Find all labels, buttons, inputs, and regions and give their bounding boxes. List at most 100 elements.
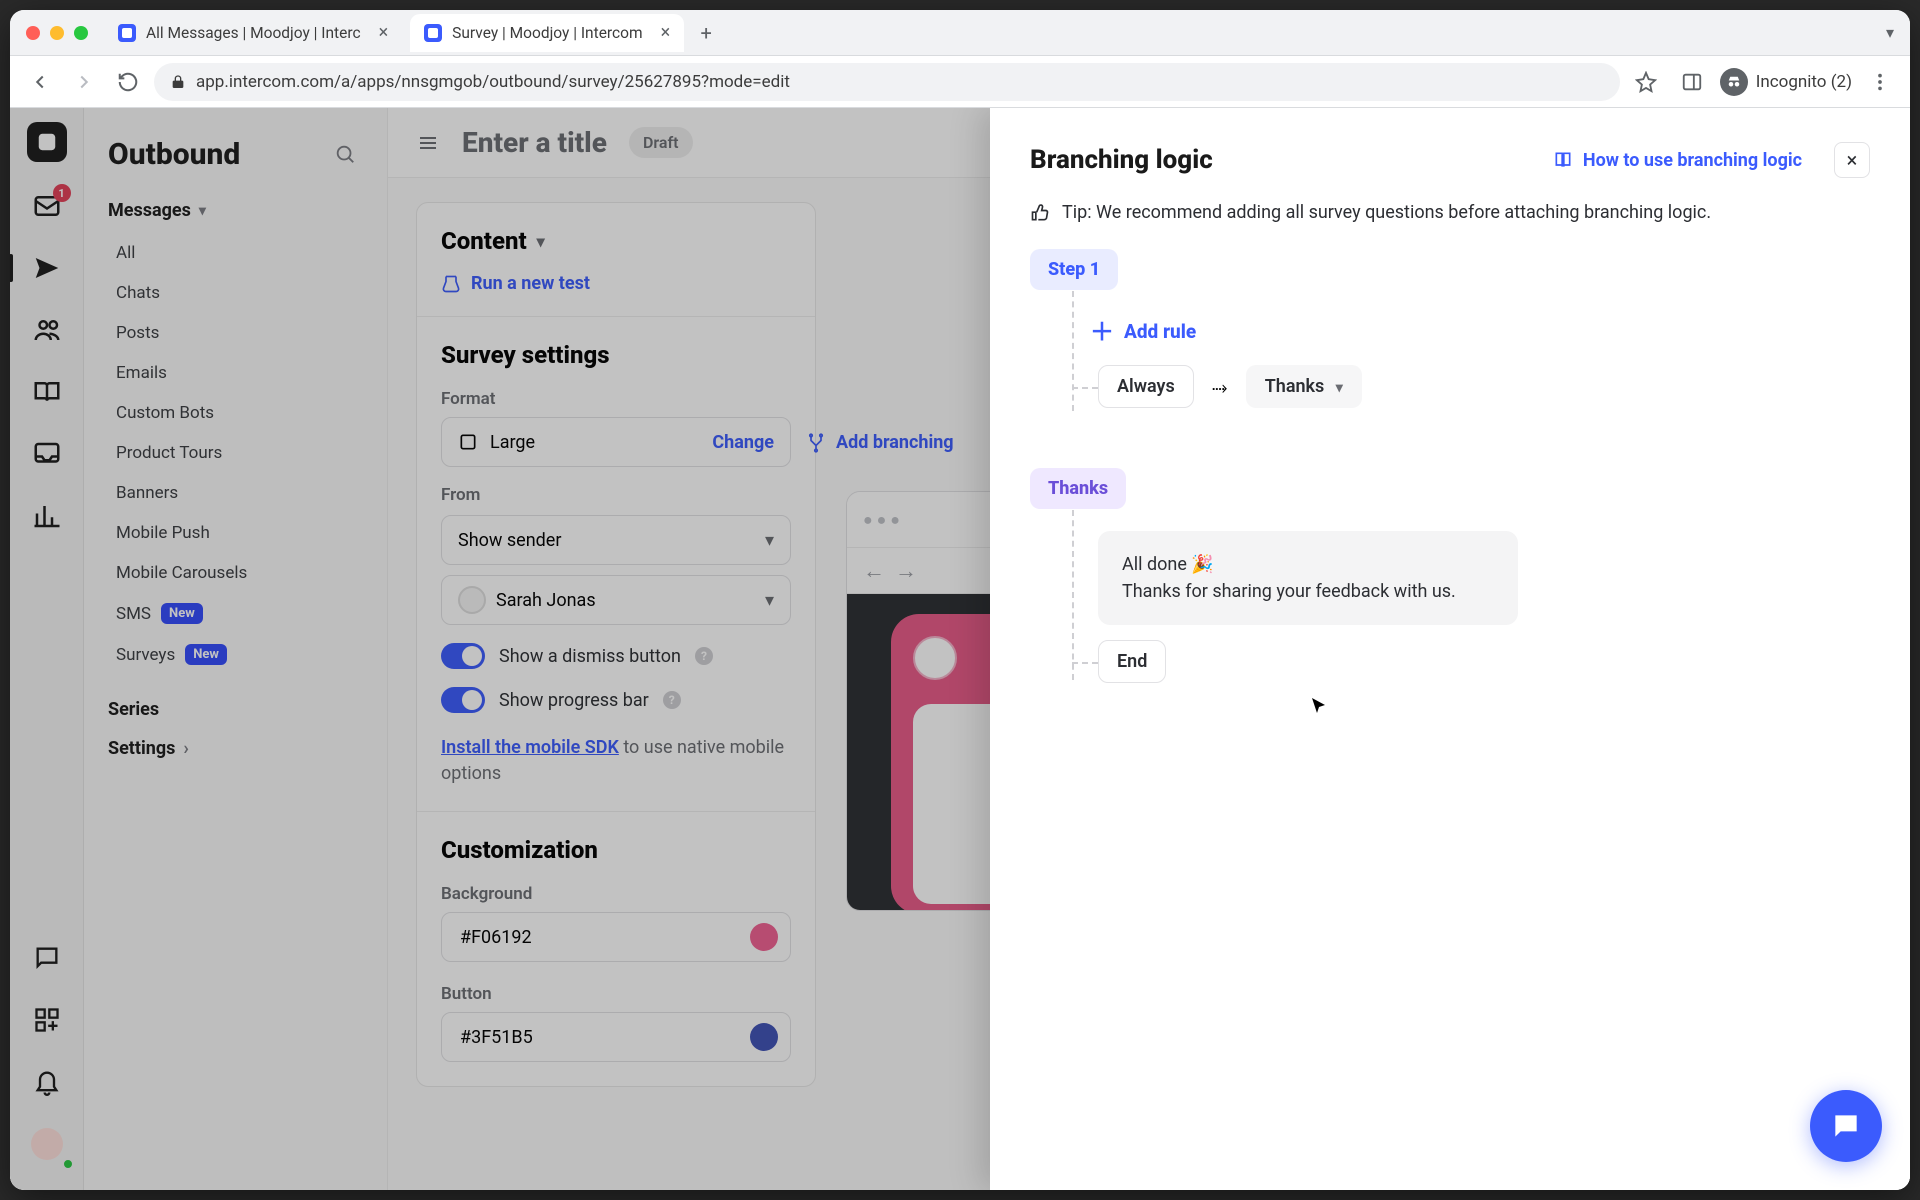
sidebar-item-mobile-push[interactable]: Mobile Push bbox=[108, 513, 363, 553]
tab-favicon-icon bbox=[118, 24, 136, 42]
progress-toggle-row: Show progress bar ? bbox=[441, 687, 791, 713]
arrow-right-icon: ⤑ bbox=[1212, 375, 1228, 399]
sdk-hint: Install the mobile SDK to use native mob… bbox=[441, 735, 791, 787]
sidebar-item-surveys[interactable]: Surveys New bbox=[108, 634, 363, 675]
page-title-input[interactable]: Enter a title bbox=[462, 126, 607, 159]
always-chip: Always bbox=[1098, 365, 1194, 408]
sidebar-item-mobile-carousels[interactable]: Mobile Carousels bbox=[108, 553, 363, 593]
browser-tab-active[interactable]: Survey | Moodjoy | Intercom × bbox=[410, 14, 684, 52]
chevron-right-icon: › bbox=[183, 738, 188, 759]
info-icon[interactable]: ? bbox=[663, 691, 681, 709]
sidebar-item-label: Posts bbox=[116, 323, 159, 343]
sidebar-item-custom-bots[interactable]: Custom Bots bbox=[108, 393, 363, 433]
profile-nav-icon[interactable] bbox=[29, 1126, 65, 1162]
change-format-button[interactable]: Change bbox=[712, 432, 774, 453]
sidebar-item-settings[interactable]: Settings › bbox=[108, 738, 363, 759]
sidebar-item-banners[interactable]: Banners bbox=[108, 473, 363, 513]
background-color-swatch-icon bbox=[750, 923, 778, 951]
tip-text: Tip: We recommend adding all survey ques… bbox=[1062, 202, 1711, 223]
step-badge-thanks[interactable]: Thanks bbox=[1030, 468, 1126, 509]
browser-menu-button[interactable] bbox=[1862, 64, 1898, 100]
nav-reload-button[interactable] bbox=[110, 64, 146, 100]
end-chip: End bbox=[1098, 640, 1166, 683]
sidebar-search-button[interactable] bbox=[327, 136, 363, 172]
add-rule-label: Add rule bbox=[1124, 320, 1196, 343]
button-color-field[interactable]: #3F51B5 bbox=[441, 1012, 791, 1062]
window-minimize-icon[interactable] bbox=[50, 26, 64, 40]
bookmark-button[interactable] bbox=[1628, 64, 1664, 100]
app-logo[interactable] bbox=[27, 122, 67, 162]
messenger-fab[interactable] bbox=[1810, 1090, 1882, 1162]
tab-close-icon[interactable]: × bbox=[661, 22, 671, 43]
apps-nav-icon[interactable] bbox=[29, 1002, 65, 1038]
dismiss-toggle-row: Show a dismiss button ? bbox=[441, 643, 791, 669]
from-person-value: Sarah Jonas bbox=[496, 590, 596, 611]
messenger-icon bbox=[1830, 1110, 1862, 1142]
from-person-select[interactable]: Sarah Jonas ▾ bbox=[441, 575, 791, 625]
sidebar-item-series[interactable]: Series bbox=[108, 699, 363, 720]
format-label: Format bbox=[441, 389, 791, 409]
run-test-button[interactable]: Run a new test bbox=[417, 263, 815, 316]
thanks-message-preview: All done 🎉 Thanks for sharing your feedb… bbox=[1098, 531, 1518, 625]
notifications-nav-icon[interactable] bbox=[29, 1064, 65, 1100]
sidebar-item-label: Series bbox=[108, 699, 159, 720]
nav-forward-button[interactable] bbox=[66, 64, 102, 100]
lock-icon bbox=[170, 74, 186, 90]
sender-avatar-icon bbox=[458, 586, 486, 614]
sidebar-item-sms[interactable]: SMS New bbox=[108, 593, 363, 634]
inbox-nav-icon[interactable]: 1 bbox=[29, 188, 65, 224]
target-step-select[interactable]: Thanks bbox=[1246, 365, 1362, 408]
howto-link[interactable]: How to use branching logic bbox=[1553, 150, 1802, 171]
progress-toggle[interactable] bbox=[441, 687, 485, 713]
survey-settings-section: Survey settings Format Large Change From… bbox=[417, 316, 815, 811]
sidebar-item-label: Chats bbox=[116, 283, 160, 303]
button-color-value: #3F51B5 bbox=[460, 1027, 533, 1048]
show-sender-select[interactable]: Show sender ▾ bbox=[441, 515, 791, 565]
close-panel-button[interactable]: × bbox=[1834, 142, 1870, 178]
tab-close-icon[interactable]: × bbox=[379, 22, 389, 43]
sidebar-group-messages[interactable]: Messages ▾ bbox=[108, 200, 363, 221]
add-branching-label: Add branching bbox=[836, 432, 954, 453]
messenger-nav-icon[interactable] bbox=[29, 940, 65, 976]
add-rule-button[interactable]: ＋ Add rule bbox=[1090, 320, 1870, 343]
dots-icon: ● ● ● bbox=[863, 510, 900, 530]
outbound-nav-icon[interactable] bbox=[29, 250, 65, 286]
new-tab-button[interactable]: + bbox=[692, 19, 720, 47]
window-close-icon[interactable] bbox=[26, 26, 40, 40]
window-controls[interactable] bbox=[20, 26, 96, 40]
reports-nav-icon[interactable] bbox=[29, 498, 65, 534]
browser-tab[interactable]: All Messages | Moodjoy | Interc × bbox=[104, 14, 402, 52]
show-sender-value: Show sender bbox=[458, 530, 561, 551]
install-sdk-link[interactable]: Install the mobile SDK bbox=[441, 737, 619, 758]
sidebar-item-all[interactable]: All bbox=[108, 233, 363, 273]
url-input[interactable]: app.intercom.com/a/apps/nnsgmgob/outboun… bbox=[154, 63, 1620, 101]
inbox2-nav-icon[interactable] bbox=[29, 436, 65, 472]
window-zoom-icon[interactable] bbox=[74, 26, 88, 40]
sidebar-item-chats[interactable]: Chats bbox=[108, 273, 363, 313]
nav-back-button[interactable] bbox=[22, 64, 58, 100]
tab-list-button[interactable]: ▾ bbox=[1886, 23, 1900, 42]
step-badge-1[interactable]: Step 1 bbox=[1030, 249, 1118, 290]
preview-fwd-icon: → bbox=[895, 558, 917, 584]
contacts-nav-icon[interactable] bbox=[29, 312, 65, 348]
sidebar-item-label: Mobile Push bbox=[116, 523, 210, 543]
cursor-icon bbox=[1310, 696, 1330, 716]
sidebar-item-emails[interactable]: Emails bbox=[108, 353, 363, 393]
draft-status-badge: Draft bbox=[629, 127, 693, 158]
tab-title: Survey | Moodjoy | Intercom bbox=[452, 24, 642, 42]
collapse-sidebar-button[interactable] bbox=[416, 131, 440, 155]
background-color-value: #F06192 bbox=[460, 927, 532, 948]
flow-step-1: Step 1 ＋ Add rule Always ⤑ Thanks bbox=[1030, 249, 1870, 408]
background-color-field[interactable]: #F06192 bbox=[441, 912, 791, 962]
thanks-line-2: Thanks for sharing your feedback with us… bbox=[1122, 578, 1494, 605]
info-icon[interactable]: ? bbox=[695, 647, 713, 665]
side-panel-button[interactable] bbox=[1674, 64, 1710, 100]
articles-nav-icon[interactable] bbox=[29, 374, 65, 410]
sidebar-item-product-tours[interactable]: Product Tours bbox=[108, 433, 363, 473]
sidebar-item-posts[interactable]: Posts bbox=[108, 313, 363, 353]
content-section-header[interactable]: Content ▾ bbox=[417, 203, 815, 263]
incognito-indicator[interactable]: Incognito (2) bbox=[1720, 68, 1852, 96]
sidebar-item-label: Surveys bbox=[116, 645, 175, 665]
presence-indicator-icon bbox=[62, 1158, 74, 1170]
dismiss-toggle[interactable] bbox=[441, 643, 485, 669]
